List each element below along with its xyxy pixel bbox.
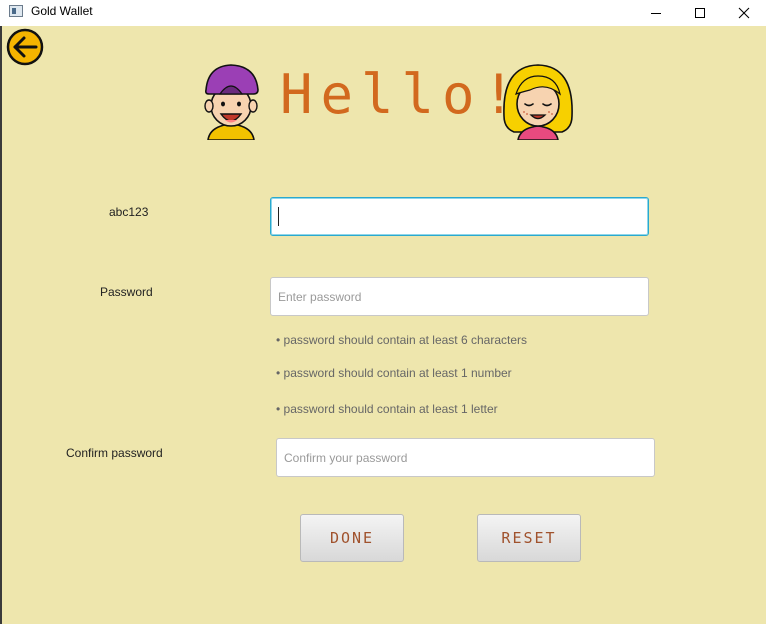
minimize-icon — [650, 13, 661, 14]
password-label: Password — [100, 285, 153, 299]
done-button[interactable]: DONE — [300, 514, 404, 562]
minimize-button[interactable] — [633, 0, 678, 26]
confirm-password-label: Confirm password — [66, 446, 163, 460]
title-bar: Gold Wallet — [0, 0, 766, 26]
back-arrow-icon[interactable] — [6, 28, 44, 66]
window-edge — [0, 26, 2, 624]
app-icon — [9, 5, 23, 17]
password-hint-letter: • password should contain at least 1 let… — [276, 402, 498, 416]
girl-avatar-icon — [503, 64, 573, 140]
reset-button[interactable]: RESET — [477, 514, 581, 562]
greeting-heading: Hello! — [280, 63, 524, 126]
close-button[interactable] — [721, 0, 766, 26]
boy-avatar-icon — [204, 64, 259, 140]
text-caret — [278, 207, 279, 226]
window-title: Gold Wallet — [31, 4, 93, 18]
password-hint-number: • password should contain at least 1 num… — [276, 366, 512, 380]
username-label: abc123 — [109, 205, 149, 219]
maximize-icon — [694, 8, 705, 18]
confirm-password-input[interactable] — [276, 438, 655, 477]
maximize-button[interactable] — [677, 0, 722, 26]
username-input[interactable] — [270, 197, 649, 236]
password-input[interactable] — [270, 277, 649, 316]
close-icon — [738, 7, 749, 19]
password-hint-length: • password should contain at least 6 cha… — [276, 333, 528, 347]
